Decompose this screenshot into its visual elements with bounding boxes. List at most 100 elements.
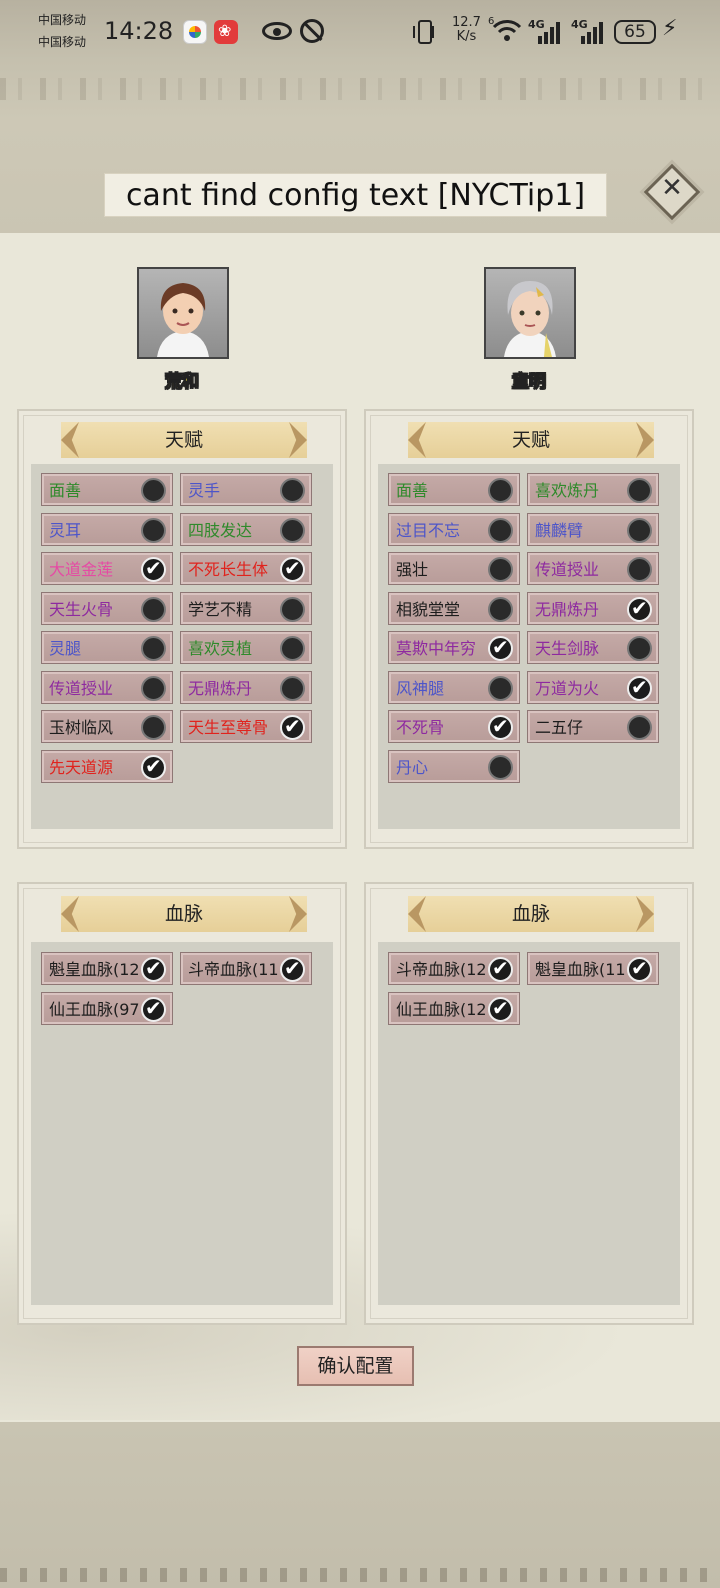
carrier-label: 中国移动 [38,13,87,27]
trait-item[interactable]: 万道为火 [527,670,659,704]
alarm-icon [300,19,324,43]
trait-item[interactable]: 先天道源 [41,749,173,783]
trait-item[interactable]: 喜欢灵植 [180,631,312,664]
trait-item[interactable]: 斗帝血脉(12 [388,952,520,985]
trait-item[interactable]: 丹心 [388,749,520,783]
radio-off-icon[interactable] [280,478,305,503]
trait-item[interactable]: 相貌堂堂 [388,591,520,625]
radio-off-icon[interactable] [627,517,652,543]
trait-item[interactable]: 斗帝血脉(11 [180,952,312,985]
radio-off-icon[interactable] [627,636,652,661]
checked-icon[interactable] [141,996,166,1022]
trait-item[interactable]: 不死长生体 [180,552,312,585]
avatar[interactable] [137,267,229,359]
trait-item[interactable]: 莫欺中年穷 [388,631,520,664]
checked-icon[interactable] [280,956,305,982]
trait-label: 天生剑脉 [535,639,600,658]
radio-off-icon[interactable] [280,636,305,661]
trait-label: 仙王血脉(12 [396,999,487,1019]
checked-icon[interactable] [627,675,652,701]
trait-label: 大道金莲 [49,560,114,579]
radio-off-icon[interactable] [141,715,166,740]
trait-item[interactable]: 麒麟臂 [527,512,659,546]
radio-off-icon[interactable] [280,517,305,543]
trait-item[interactable]: 玉树临风 [41,710,173,743]
radio-off-icon[interactable] [488,596,513,622]
trait-item[interactable]: 魁皇血脉(12 [41,952,173,985]
confirm-button[interactable]: 确认配置 [297,1346,414,1386]
page-title: cant find config text [NYCTip1] [104,173,607,217]
trait-item[interactable]: 传道授业 [527,552,659,585]
trait-item[interactable]: 魁皇血脉(11 [527,952,659,985]
avatar[interactable] [484,267,576,359]
trait-item[interactable]: 天生剑脉 [527,631,659,664]
close-button[interactable]: ✕ [643,163,701,221]
radio-off-icon[interactable] [141,675,166,701]
trait-label: 玉树临风 [49,718,114,737]
checked-icon[interactable] [627,956,652,982]
bloodline-panel: 血脉 魁皇血脉(12 斗帝血脉(11 仙王血脉(97 [17,882,347,1325]
trait-label: 灵耳 [49,520,82,540]
trait-item[interactable]: 面善 [41,473,173,506]
radio-off-icon[interactable] [280,596,305,622]
trait-item[interactable]: 灵腿 [41,631,173,664]
trait-item[interactable]: 灵耳 [41,512,173,546]
radio-off-icon[interactable] [627,478,652,503]
trait-item[interactable]: 无鼎炼丹 [180,670,312,704]
checked-icon[interactable] [280,556,305,582]
trait-label: 天生至尊骨 [188,718,269,737]
checked-icon[interactable] [627,596,652,622]
radio-off-icon[interactable] [141,636,166,661]
trait-item[interactable]: 喜欢炼丹 [527,473,659,506]
radio-off-icon[interactable] [488,675,513,701]
radio-off-icon[interactable] [488,754,513,780]
trait-label: 学艺不精 [188,599,253,619]
trait-label: 四肢发达 [188,520,253,540]
radio-off-icon[interactable] [141,596,166,622]
checked-icon[interactable] [488,996,513,1022]
trait-label: 传道授业 [535,560,600,579]
trait-item[interactable]: 仙王血脉(12 [388,991,520,1025]
trait-item[interactable]: 面善 [388,473,520,506]
trait-item[interactable]: 天生火骨 [41,591,173,625]
radio-off-icon[interactable] [488,517,513,543]
radio-off-icon[interactable] [141,478,166,503]
section-header: 天赋 [408,422,654,458]
checked-icon[interactable] [488,714,513,740]
section-header: 天赋 [61,422,307,458]
trait-item[interactable]: 大道金莲 [41,552,173,585]
trait-item[interactable]: 过目不忘 [388,512,520,546]
section-header: 血脉 [61,896,307,932]
trait-item[interactable]: 仙王血脉(97 [41,991,173,1025]
trait-item[interactable]: 不死骨 [388,710,520,743]
trait-item[interactable]: 无鼎炼丹 [527,591,659,625]
radio-off-icon[interactable] [627,557,652,582]
net-speed: 12.7 K/s [452,15,481,44]
trait-item[interactable]: 学艺不精 [180,591,312,625]
trait-item[interactable]: 传道授业 [41,670,173,704]
trait-label: 灵腿 [49,639,82,658]
radio-off-icon[interactable] [488,478,513,503]
checked-icon[interactable] [141,556,166,582]
checked-icon[interactable] [280,714,305,740]
radio-off-icon[interactable] [280,675,305,701]
checked-icon[interactable] [488,635,513,661]
trait-item[interactable]: 风神腿 [388,670,520,704]
trait-item[interactable]: 四肢发达 [180,512,312,546]
signal-icon: 4G [528,18,562,44]
trait-item[interactable]: 天生至尊骨 [180,710,312,743]
radio-off-icon[interactable] [488,557,513,582]
checked-icon[interactable] [141,754,166,780]
radio-off-icon[interactable] [141,517,166,543]
battery-icon: 65 [614,20,656,44]
charging-icon: ⚡ [662,16,678,41]
checked-icon[interactable] [141,956,166,982]
trait-item[interactable]: 灵手 [180,473,312,506]
trait-label: 丹心 [396,757,429,777]
checked-icon[interactable] [488,956,513,982]
carrier-label: 中国移动 [38,35,87,49]
trait-item[interactable]: 二五仔 [527,710,659,743]
signal-icon: 4G [571,18,605,44]
radio-off-icon[interactable] [627,715,652,740]
trait-item[interactable]: 强壮 [388,552,520,585]
